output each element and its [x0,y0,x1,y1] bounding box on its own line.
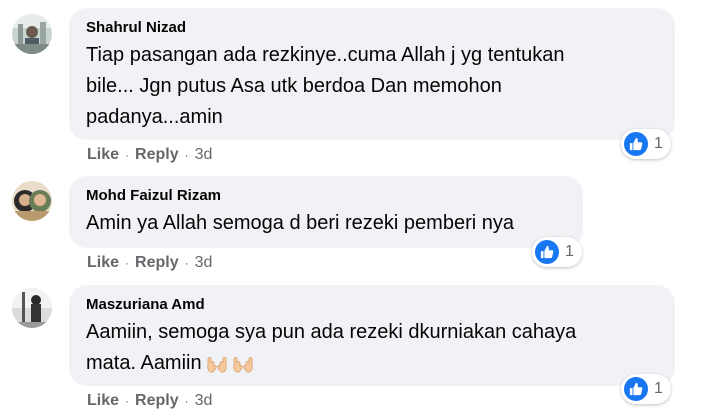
reaction-summary[interactable]: 1 [621,374,671,404]
avatar[interactable] [12,14,52,54]
open-hands-emoji [232,352,254,383]
comment-text-line: padanya...amin [86,106,223,128]
separator-dot: · [125,394,130,408]
comment-timestamp[interactable]: 3d [195,254,213,272]
comment-text: Amin ya Allah semoga d beri rezeki pembe… [86,208,567,239]
comment-timestamp[interactable]: 3d [195,146,213,164]
comment-text-line: Tiap pasangan ada rezkinye..cuma Allah j… [86,44,565,66]
open-hands-emoji [206,352,228,383]
comment-timestamp[interactable]: 3d [195,392,213,410]
comment-author[interactable]: Shahrul Nizad [86,18,659,38]
reaction-summary[interactable]: 1 [532,237,582,267]
reaction-count: 1 [654,135,663,152]
avatar-image [12,14,52,54]
avatar[interactable] [12,288,52,328]
comment-bubble: Maszuriana Amd Aamiin, semoga sya pun ad… [69,285,675,386]
reaction-count: 1 [654,380,663,397]
comment-author[interactable]: Maszuriana Amd [86,295,659,315]
reply-button[interactable]: Reply [135,254,179,272]
comment-text: Tiap pasangan ada rezkinye..cuma Allah j… [86,40,659,133]
separator-dot: · [184,394,189,408]
like-button[interactable]: Like [87,254,119,272]
comment-actions: Like · Reply · 3d [87,254,212,272]
comment-actions: Like · Reply · 3d [87,392,212,410]
avatar-image [12,181,52,221]
reply-button[interactable]: Reply [135,146,179,164]
comment-text-segment: mata. Aamiin [86,352,202,374]
comment-text-line: mata. Aamiin [86,348,659,383]
comment-actions: Like · Reply · 3d [87,146,212,164]
comment-text-line: Amin ya Allah semoga d beri rezeki pembe… [86,212,514,234]
comment-text: Aamiin, semoga sya pun ada rezeki dkurni… [86,317,659,383]
reaction-summary[interactable]: 1 [621,129,671,159]
reaction-count: 1 [565,243,574,260]
like-button[interactable]: Like [87,146,119,164]
like-button[interactable]: Like [87,392,119,410]
comment-text-line: Aamiin, semoga sya pun ada rezeki dkurni… [86,321,577,343]
comment-bubble: Mohd Faizul Rizam Amin ya Allah semoga d… [69,176,583,248]
separator-dot: · [125,256,130,270]
separator-dot: · [184,256,189,270]
separator-dot: · [184,148,189,162]
avatar-image [12,288,52,328]
separator-dot: · [125,148,130,162]
thumbs-up-icon [624,132,648,156]
thumbs-up-icon [535,240,559,264]
thumbs-up-icon [624,377,648,401]
comment-text-line: bile... Jgn putus Asa utk berdoa Dan mem… [86,75,502,97]
avatar[interactable] [12,181,52,221]
reply-button[interactable]: Reply [135,392,179,410]
comment-author[interactable]: Mohd Faizul Rizam [86,186,567,206]
comment-bubble: Shahrul Nizad Tiap pasangan ada rezkinye… [69,8,675,140]
